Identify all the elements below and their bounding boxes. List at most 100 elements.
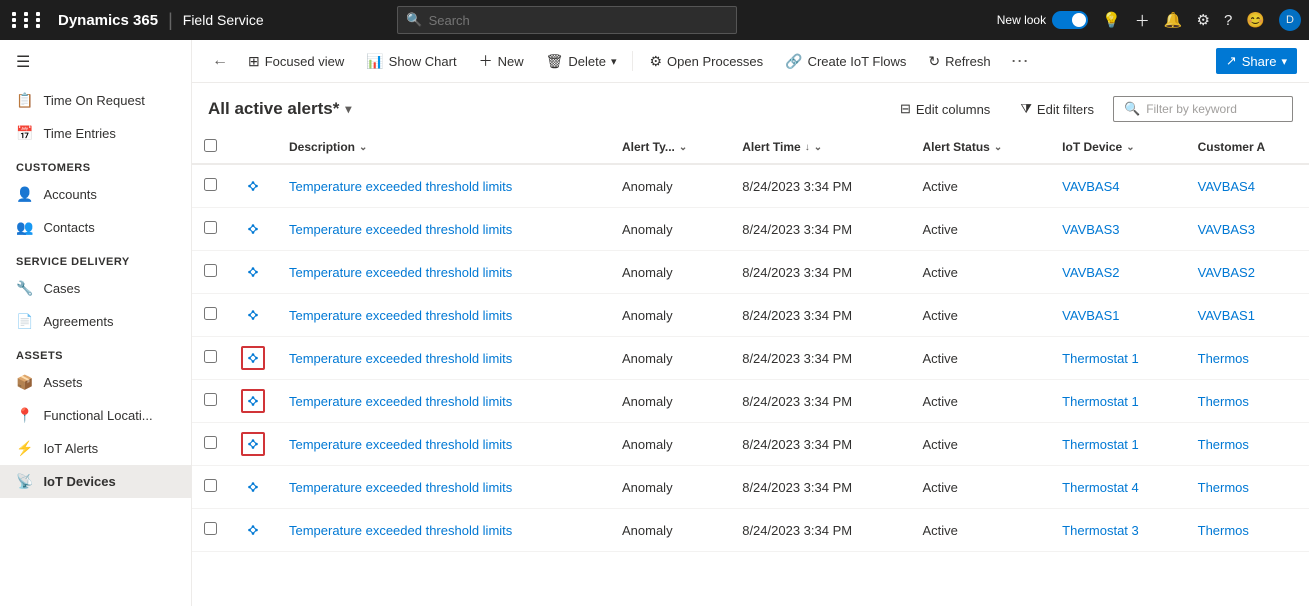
edit-columns-button[interactable]: ⊟ Edit columns [889,95,1001,123]
tenant-icon[interactable]: D [1279,9,1301,31]
row-description[interactable]: Temperature exceeded threshold limits [277,208,610,251]
row-checkbox[interactable] [204,178,217,191]
row-customer[interactable]: Thermos [1186,337,1309,380]
alert-status-header[interactable]: Alert Status ⌄ [910,131,1050,164]
settings-icon[interactable]: ⚙ [1197,11,1210,29]
refresh-button[interactable]: ↻ Refresh [918,48,1000,75]
new-button[interactable]: ＋ New [469,46,534,76]
command-bar: ← ⊞ Focused view 📊 Show Chart ＋ New 🗑 De… [192,40,1309,83]
sidebar-item-time-on-request[interactable]: 📋 Time On Request [0,84,191,117]
description-sort-icon: ⌄ [359,142,367,153]
row-iot-device[interactable]: VAVBAS4 [1050,164,1185,208]
row-description[interactable]: Temperature exceeded threshold limits [277,251,610,294]
sidebar-item-iot-devices[interactable]: 📡 IoT Devices [0,465,191,498]
row-checkbox[interactable] [204,479,217,492]
row-checkbox[interactable] [204,522,217,535]
row-alert-time: 8/24/2023 3:34 PM [730,380,910,423]
sidebar-item-accounts[interactable]: 👤 Accounts [0,178,191,211]
row-checkbox[interactable] [204,307,217,320]
brand-name[interactable]: Dynamics 365 [58,12,158,29]
delete-button[interactable]: 🗑 Delete ▾ [536,48,627,75]
select-all-checkbox[interactable] [204,139,217,152]
row-customer[interactable]: Thermos [1186,380,1309,423]
show-chart-button[interactable]: 📊 Show Chart [356,48,466,75]
sidebar-item-assets[interactable]: 📦 Assets [0,366,191,399]
sidebar-item-functional-location[interactable]: 📍 Functional Locati... [0,399,191,432]
row-iot-device[interactable]: Thermostat 3 [1050,509,1185,552]
row-description[interactable]: Temperature exceeded threshold limits [277,164,610,208]
row-customer[interactable]: VAVBAS1 [1186,294,1309,337]
row-alert-type: Anomaly [610,294,730,337]
row-description[interactable]: Temperature exceeded threshold limits [277,380,610,423]
row-customer[interactable]: Thermos [1186,509,1309,552]
row-iot-device[interactable]: VAVBAS3 [1050,208,1185,251]
row-description[interactable]: Temperature exceeded threshold limits [277,509,610,552]
list-title-chevron-icon[interactable]: ▾ [345,102,351,116]
sidebar-item-agreements[interactable]: 📄 Agreements [0,305,191,338]
app-launcher-icon[interactable] [8,8,50,32]
sidebar-item-cases[interactable]: 🔧 Cases [0,272,191,305]
create-iot-flows-button[interactable]: 🔗 Create IoT Flows [775,48,916,75]
sidebar-item-time-entries[interactable]: 📅 Time Entries [0,117,191,150]
refresh-icon: ↻ [928,53,940,70]
highlighted-row-icon [241,432,265,456]
customer-header[interactable]: Customer A [1186,131,1309,164]
add-icon[interactable]: ＋ [1135,10,1150,31]
module-name[interactable]: Field Service [183,12,264,28]
row-customer[interactable]: Thermos [1186,466,1309,509]
more-options-button[interactable]: ⋯ [1003,47,1037,76]
filter-placeholder: Filter by keyword [1146,102,1237,116]
row-alert-status: Active [910,509,1050,552]
iot-device-header[interactable]: IoT Device ⌄ [1050,131,1185,164]
new-look-toggle[interactable]: New look [997,11,1088,29]
open-processes-button[interactable]: ⚙ Open Processes [639,48,773,75]
row-description[interactable]: Temperature exceeded threshold limits [277,423,610,466]
table-row: Temperature exceeded threshold limitsAno… [192,164,1309,208]
row-icon-cell [229,509,277,552]
row-checkbox[interactable] [204,350,217,363]
row-iot-device[interactable]: Thermostat 1 [1050,380,1185,423]
row-checkbox[interactable] [204,264,217,277]
help-icon[interactable]: ? [1224,12,1232,29]
sidebar-item-contacts[interactable]: 👥 Contacts [0,211,191,244]
row-checkbox[interactable] [204,221,217,234]
row-customer[interactable]: Thermos [1186,423,1309,466]
alert-time-header[interactable]: Alert Time ↓ ⌄ [730,131,910,164]
keyword-filter[interactable]: 🔍 Filter by keyword [1113,96,1293,122]
row-iot-device[interactable]: Thermostat 4 [1050,466,1185,509]
sidebar-label-agreements: Agreements [43,314,113,329]
focused-view-button[interactable]: ⊞ Focused view [238,48,354,75]
hamburger-menu[interactable]: ☰ [0,40,191,84]
row-iot-device[interactable]: Thermostat 1 [1050,337,1185,380]
edit-filters-button[interactable]: ⧩ Edit filters [1009,95,1105,123]
row-checkbox[interactable] [204,393,217,406]
lightbulb-icon[interactable]: 💡 [1102,11,1121,29]
select-all-header[interactable] [192,131,229,164]
delete-chevron-icon[interactable]: ▾ [611,55,617,68]
row-description[interactable]: Temperature exceeded threshold limits [277,337,610,380]
share-chevron-icon[interactable]: ▾ [1281,55,1287,68]
row-description[interactable]: Temperature exceeded threshold limits [277,466,610,509]
focused-view-icon: ⊞ [248,53,260,70]
alert-type-header[interactable]: Alert Ty... ⌄ [610,131,730,164]
row-customer[interactable]: VAVBAS2 [1186,251,1309,294]
notifications-icon[interactable]: 🔔 [1164,11,1183,29]
row-iot-device[interactable]: Thermostat 1 [1050,423,1185,466]
row-checkbox[interactable] [204,436,217,449]
row-customer[interactable]: VAVBAS4 [1186,164,1309,208]
description-header[interactable]: Description ⌄ [277,131,610,164]
search-input[interactable] [429,13,729,28]
new-look-toggle-pill[interactable] [1052,11,1088,29]
row-iot-device[interactable]: VAVBAS2 [1050,251,1185,294]
global-search[interactable]: 🔍 [397,6,737,34]
user-avatar[interactable]: 😊 [1246,11,1265,29]
row-alert-type: Anomaly [610,337,730,380]
list-title: All active alerts* ▾ [208,99,351,119]
back-button[interactable]: ← [204,48,236,74]
row-customer[interactable]: VAVBAS3 [1186,208,1309,251]
sidebar-item-iot-alerts[interactable]: ⚡ IoT Alerts [0,432,191,465]
share-button[interactable]: ↗ Share ▾ [1216,48,1297,74]
row-alert-type: Anomaly [610,251,730,294]
row-description[interactable]: Temperature exceeded threshold limits [277,294,610,337]
row-iot-device[interactable]: VAVBAS1 [1050,294,1185,337]
